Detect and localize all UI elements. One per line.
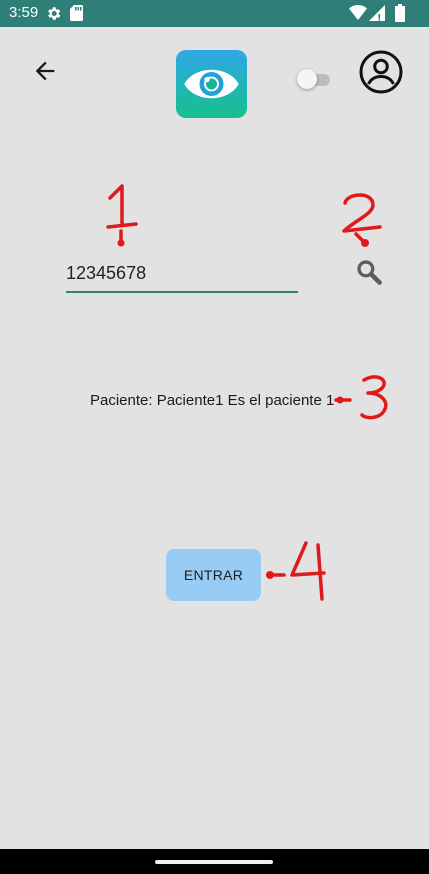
home-indicator[interactable]: [155, 860, 273, 864]
annotation-1: [106, 184, 138, 247]
eye-icon: [184, 69, 239, 99]
annotation-2: [342, 193, 382, 247]
app-logo: [176, 50, 247, 118]
arrow-left-icon: [35, 61, 55, 81]
wifi-icon: [349, 5, 367, 25]
sd-card-icon: [70, 5, 83, 26]
back-button[interactable]: [31, 57, 59, 85]
battery-icon: [395, 4, 405, 27]
status-time: 3:59: [9, 4, 39, 21]
annotation-3: [334, 375, 388, 420]
status-bar: 3:59: [0, 0, 429, 27]
annotation-4: [266, 541, 326, 601]
enter-button[interactable]: ENTRAR: [166, 549, 261, 601]
toggle-thumb: [297, 69, 317, 89]
magnifier-icon: [357, 260, 382, 285]
cell-signal-icon: [369, 5, 385, 26]
patient-info-label: Paciente: Paciente1 Es el paciente 1: [90, 392, 335, 409]
profile-button[interactable]: [358, 49, 404, 95]
patient-id-input[interactable]: [66, 255, 298, 293]
account-circle-icon: [359, 50, 403, 94]
settings-gear-icon: [45, 5, 62, 27]
navigation-bar: [0, 849, 429, 874]
app-screen: 3:59 12345678 Paciente: Paciente1 Es el …: [0, 0, 429, 874]
app-content: Paciente: Paciente1 Es el paciente 1 ENT…: [0, 27, 429, 849]
search-button[interactable]: [354, 257, 384, 287]
toggle-switch[interactable]: [297, 68, 331, 90]
